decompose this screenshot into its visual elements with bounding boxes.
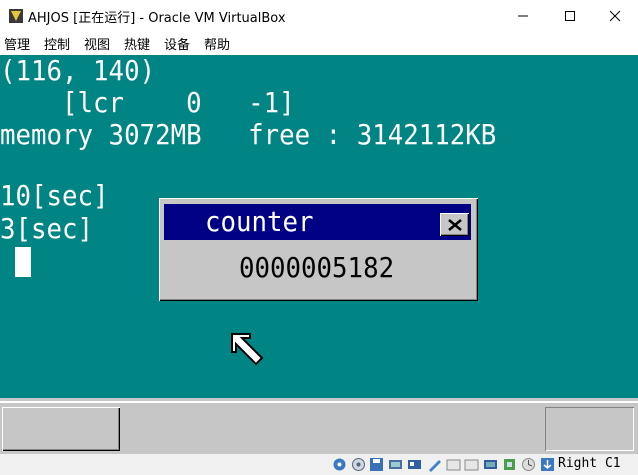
timer-10sec-text: 10[sec] xyxy=(0,179,109,212)
timer-3sec-text: 3[sec] xyxy=(0,212,94,245)
menu-bar: 管理 控制 视图 热键 设备 帮助 xyxy=(0,31,638,55)
counter-display: 0000005182 xyxy=(164,244,471,294)
cpu-icon[interactable] xyxy=(502,457,517,472)
close-x-icon xyxy=(447,218,462,231)
mouse-coordinates-text: (116, 140) xyxy=(0,55,156,87)
text-cursor xyxy=(15,247,31,277)
counter-close-button[interactable] xyxy=(440,213,469,236)
keyboard-capture-icon[interactable] xyxy=(540,457,555,472)
recording-icon[interactable] xyxy=(521,457,536,472)
mouse-button-state-text: [lcr 0 -1] xyxy=(0,86,295,119)
video-capture-icon[interactable] xyxy=(483,457,498,472)
menu-item-help[interactable]: 帮助 xyxy=(204,34,230,53)
floppy-icon[interactable] xyxy=(369,457,384,472)
minimize-button[interactable] xyxy=(500,0,546,31)
optical-drive-icon[interactable] xyxy=(351,457,366,472)
close-button[interactable] xyxy=(592,0,638,31)
maximize-icon xyxy=(565,10,575,21)
vm-display[interactable]: (116, 140) [lcr 0 -1] memory 3072MB free… xyxy=(0,55,638,401)
menu-item-control[interactable]: 控制 xyxy=(44,34,70,53)
vbox-status-bar: Right C1 xyxy=(0,454,638,475)
guest-start-button[interactable] xyxy=(2,407,120,451)
usb-icon[interactable] xyxy=(427,457,442,472)
guest-taskbar xyxy=(0,401,638,454)
host-key-label: Right C1 xyxy=(558,456,621,471)
window-title-bar: AHJOS [正在运行] - Oracle VM VirtualBox xyxy=(0,0,638,31)
guest-tray-area xyxy=(545,407,634,451)
window-title: AHJOS [正在运行] - Oracle VM VirtualBox xyxy=(28,11,286,26)
network-icon[interactable] xyxy=(407,457,422,472)
maximize-button[interactable] xyxy=(547,0,593,31)
virtualbox-app-icon xyxy=(9,9,23,23)
memory-info-text: memory 3072MB free : 3142112KB xyxy=(0,118,497,151)
menu-item-view[interactable]: 视图 xyxy=(84,34,110,53)
close-icon xyxy=(609,10,621,21)
audio-icon[interactable] xyxy=(388,457,403,472)
mouse-pointer-icon xyxy=(231,333,264,366)
counter-window-title: counter xyxy=(205,205,314,238)
minimize-icon xyxy=(518,15,528,16)
menu-item-hotkeys[interactable]: 热键 xyxy=(124,34,150,53)
menu-item-manage[interactable]: 管理 xyxy=(4,34,30,53)
counter-value: 0000005182 xyxy=(239,251,395,284)
menu-item-devices[interactable]: 设备 xyxy=(164,34,190,53)
counter-window-title-bar[interactable]: counter xyxy=(164,204,471,240)
counter-window[interactable]: counter 0000005182 xyxy=(159,198,478,301)
display-icon[interactable] xyxy=(464,457,479,472)
hard-disk-icon[interactable] xyxy=(332,457,347,472)
shared-folders-icon[interactable] xyxy=(446,457,461,472)
